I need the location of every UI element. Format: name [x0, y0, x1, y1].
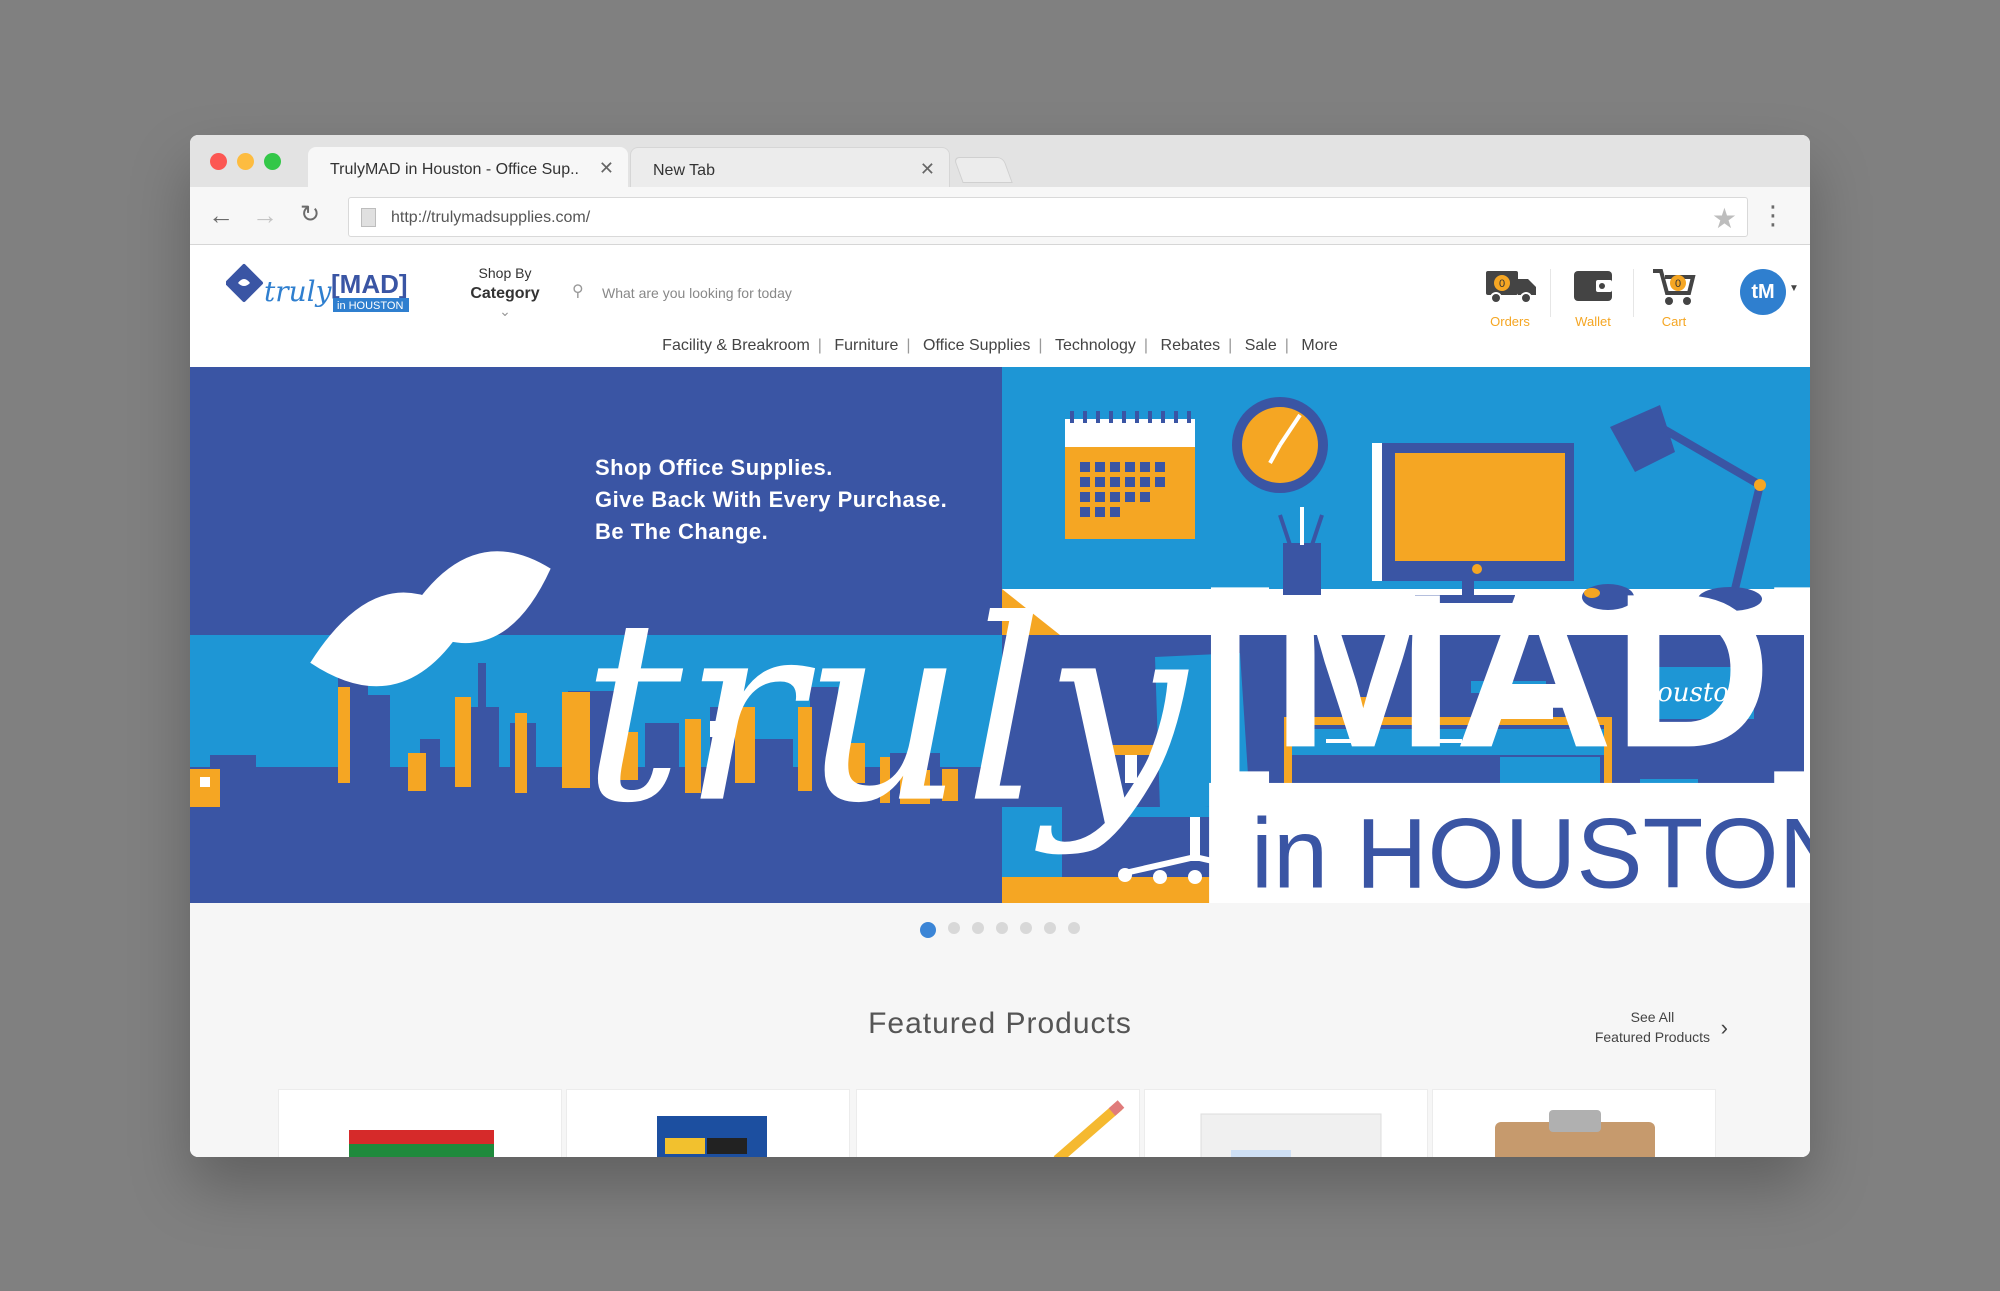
address-bar-row: ← → ↻ http://trulymadsupplies.com/ ★ ⋮: [190, 187, 1810, 245]
site-logo[interactable]: truly [MAD] in HOUSTON: [225, 261, 416, 321]
hero-logo-truly: truly: [582, 567, 1189, 859]
nav-sale[interactable]: Sale: [1237, 337, 1285, 354]
carousel-dot-3[interactable]: [972, 922, 984, 934]
featured-title: Featured Products: [868, 1007, 1132, 1040]
divider: [1550, 269, 1551, 317]
browser-window: TrulyMAD in Houston - Office Sup.. ✕ New…: [190, 135, 1810, 1157]
new-tab-button[interactable]: [953, 157, 1013, 183]
truck-icon: 0: [1486, 271, 1536, 304]
nav-furniture[interactable]: Furniture: [826, 337, 906, 354]
carousel-dot-6[interactable]: [1044, 922, 1056, 934]
site-header: truly [MAD] in HOUSTON Shop By Category …: [190, 245, 1810, 365]
product-image: [349, 1130, 494, 1157]
cart-icon: 0: [1653, 269, 1696, 305]
wallet-label: Wallet: [1575, 314, 1611, 329]
product-card[interactable]: [1432, 1089, 1716, 1157]
search-icon: ⚲: [572, 283, 584, 300]
nav-separator: |: [1143, 337, 1149, 354]
nav-separator: |: [1284, 337, 1289, 354]
wallet-button[interactable]: Wallet: [1558, 265, 1628, 329]
product-image: [1495, 1110, 1655, 1157]
logo-word-mad: [MAD]: [331, 269, 408, 299]
forward-arrow-icon[interactable]: →: [252, 201, 278, 229]
carousel-dot-4[interactable]: [996, 922, 1008, 934]
product-image: [1200, 1113, 1382, 1157]
hero-tagline: Shop Office Supplies. Give Back With Eve…: [595, 452, 947, 548]
nav-separator: |: [1038, 337, 1043, 354]
tab-title: New Tab: [653, 162, 715, 179]
cart-label: Cart: [1661, 314, 1687, 329]
divider: [1633, 269, 1634, 317]
close-window-button[interactable]: [210, 153, 227, 170]
cart-count: 0: [1675, 278, 1681, 290]
wallet-icon: [1574, 271, 1612, 301]
back-arrow-icon[interactable]: ←: [208, 201, 234, 229]
logo-word-truly: truly: [264, 275, 333, 308]
cart-button[interactable]: 0 Cart: [1639, 265, 1709, 329]
orders-button[interactable]: 0 Orders: [1475, 265, 1545, 329]
minimize-window-button[interactable]: [237, 153, 254, 170]
carousel-dots: [190, 921, 1810, 939]
caret-down-icon[interactable]: ▼: [1789, 283, 1799, 294]
see-all-line1: See All: [1630, 1009, 1675, 1025]
hero-logo-houston: in HOUSTON: [1251, 798, 1810, 909]
carousel-dot-2[interactable]: [948, 922, 960, 934]
product-card[interactable]: [1144, 1089, 1428, 1157]
product-image: [657, 1116, 767, 1157]
tab-new-tab[interactable]: New Tab ✕: [630, 147, 950, 187]
orders-label: Orders: [1490, 314, 1530, 329]
search-input[interactable]: [602, 279, 1052, 307]
product-image: [1053, 1100, 1125, 1157]
nav-office-supplies[interactable]: Office Supplies: [915, 337, 1038, 354]
tab-title: TrulyMAD in Houston - Office Sup..: [330, 161, 579, 178]
carousel-dot-7[interactable]: [1068, 922, 1080, 934]
shop-by-label: Shop By: [478, 265, 532, 281]
orders-count: 0: [1499, 278, 1505, 290]
hero-logo-mad: [MAD]: [1199, 547, 1810, 793]
hero-banner[interactable]: houston truly [MAD] in HOUSTON Shop Offi…: [190, 367, 1810, 919]
see-all-link[interactable]: See All Featured Products: [1595, 1007, 1710, 1047]
nav-separator: |: [1228, 337, 1233, 354]
product-card[interactable]: [278, 1089, 562, 1157]
url-text[interactable]: http://trulymadsupplies.com/: [391, 209, 590, 227]
see-all-line2: Featured Products: [1594, 1029, 1710, 1045]
shop-by-category-menu[interactable]: Shop By Category ⌄: [460, 265, 550, 320]
category-nav: Facility & Breakroom | Furniture | Office …: [190, 337, 1810, 355]
carousel-dot-5[interactable]: [1020, 922, 1032, 934]
nav-separator: |: [906, 337, 911, 354]
product-card[interactable]: [856, 1089, 1140, 1157]
category-label: Category: [470, 285, 540, 302]
tab-bar: TrulyMAD in Houston - Office Sup.. ✕ New…: [190, 135, 1810, 187]
tab-trulymad[interactable]: TrulyMAD in Houston - Office Sup.. ✕: [308, 147, 628, 187]
reload-icon[interactable]: ↻: [300, 201, 320, 229]
nav-technology[interactable]: Technology: [1047, 337, 1144, 354]
logo-word-houston: in HOUSTON: [337, 300, 403, 312]
hero-line-2: Give Back With Every Purchase.: [595, 487, 948, 512]
maximize-window-button[interactable]: [264, 153, 281, 170]
bookmark-star-icon[interactable]: ★: [1712, 202, 1737, 235]
nav-separator: |: [817, 337, 822, 354]
avatar[interactable]: tM: [1740, 269, 1786, 315]
lower-section: Featured Products See All Featured Produ…: [190, 903, 1810, 1157]
nav-rebates[interactable]: Rebates: [1153, 337, 1229, 354]
product-card[interactable]: [566, 1089, 850, 1157]
nav-more[interactable]: More: [1293, 337, 1345, 354]
close-tab-icon[interactable]: ✕: [920, 159, 935, 180]
chevron-right-icon[interactable]: ›: [1721, 1015, 1728, 1041]
hero-line-3: Be The Change.: [595, 519, 769, 544]
carousel-dot-1[interactable]: [920, 921, 936, 938]
page-icon: [361, 208, 376, 227]
close-tab-icon[interactable]: ✕: [599, 158, 614, 179]
search-box[interactable]: ⚲: [568, 277, 1068, 311]
chevron-down-icon: ⌄: [499, 303, 511, 319]
hero-logo: truly [MAD] in HOUSTON: [258, 447, 1810, 919]
url-bar[interactable]: http://trulymadsupplies.com/ ★: [348, 197, 1748, 237]
hero-line-1: Shop Office Supplies.: [595, 455, 833, 480]
browser-menu-icon[interactable]: ⋮: [1760, 201, 1786, 229]
nav-facility-breakroom[interactable]: Facility & Breakroom: [654, 337, 818, 354]
